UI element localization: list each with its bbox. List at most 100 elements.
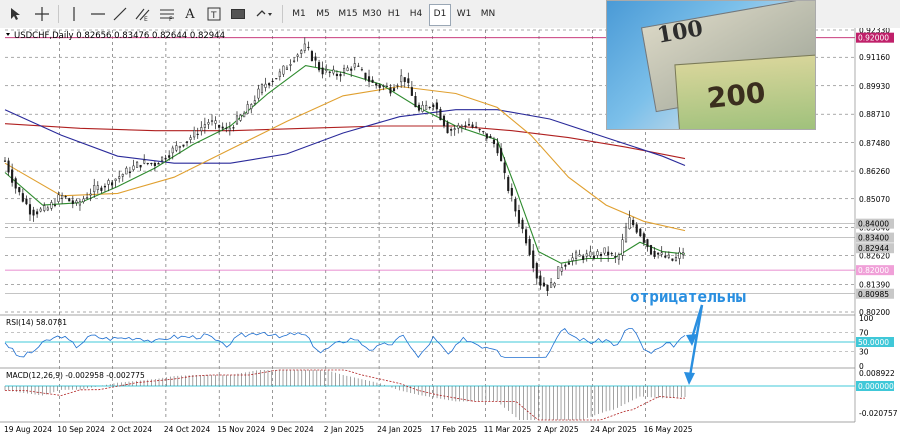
candle-body xyxy=(107,180,110,185)
candle-body xyxy=(36,211,39,215)
text-tool-icon[interactable]: A xyxy=(182,4,198,24)
timeframe-m5[interactable]: M5 xyxy=(312,4,334,24)
candle-body xyxy=(492,139,496,144)
candle-body xyxy=(414,96,417,108)
candle-body xyxy=(439,109,442,121)
horizontal-line-icon[interactable] xyxy=(90,4,106,24)
candle-body xyxy=(596,251,599,256)
timeframe-h4[interactable]: H4 xyxy=(406,4,426,24)
timeframe-h1[interactable]: H1 xyxy=(384,4,404,24)
svg-text:E: E xyxy=(144,16,148,21)
franc-note-value: 200 xyxy=(705,76,768,115)
candle-body xyxy=(246,104,249,114)
candle-body xyxy=(646,239,649,248)
candle-body xyxy=(278,71,281,77)
candle-body xyxy=(221,126,224,129)
candle-body xyxy=(61,195,64,199)
candle-body xyxy=(285,67,289,71)
candle-body xyxy=(471,124,474,128)
rsi-tick-label: 30 xyxy=(859,348,869,357)
candle-body xyxy=(360,69,363,71)
candle-body xyxy=(275,78,278,80)
terminal-window: E F A T M1 M5 M15 M30 H1 H4 D1 W1 MN 0.9… xyxy=(0,0,900,440)
price-level-label: 0.83400 xyxy=(858,234,889,243)
channel-tool-icon[interactable]: E xyxy=(134,4,152,24)
candle-body xyxy=(250,104,253,109)
candle-body xyxy=(671,258,674,261)
candle-body xyxy=(111,182,114,186)
timeframe-d1[interactable]: D1 xyxy=(429,4,451,26)
candle-body xyxy=(557,266,560,279)
timeframe-m15[interactable]: M15 xyxy=(336,4,360,24)
candle-body xyxy=(400,75,403,83)
candle-body xyxy=(649,245,653,255)
timeframe-w1[interactable]: W1 xyxy=(454,4,474,24)
candle-body xyxy=(446,122,449,134)
candle-body xyxy=(346,67,349,71)
candle-body xyxy=(82,198,85,202)
candle-body xyxy=(660,252,663,255)
candle-body xyxy=(350,68,353,71)
candle-body xyxy=(517,210,520,224)
candle-body xyxy=(500,148,503,162)
candle-body xyxy=(378,84,381,88)
candle-body xyxy=(160,156,164,162)
candle-body xyxy=(121,174,124,177)
candle-body xyxy=(25,198,28,205)
price-tick-label: 0.81390 xyxy=(859,280,890,289)
candle-body xyxy=(75,200,78,204)
candle-body xyxy=(535,263,538,279)
candle-body xyxy=(589,251,592,257)
rsi-level-label: 50.0000 xyxy=(858,338,889,347)
candle-body xyxy=(560,267,563,272)
candle-body xyxy=(642,233,645,243)
candle-body xyxy=(203,124,206,128)
candle-body xyxy=(639,228,642,237)
timeframe-m1[interactable]: M1 xyxy=(288,4,310,24)
trendline-icon[interactable] xyxy=(112,4,128,24)
candle-body xyxy=(503,162,506,174)
candle-body xyxy=(525,229,528,244)
candle-body xyxy=(657,252,660,255)
timeframe-m30[interactable]: M30 xyxy=(360,4,384,24)
candle-body xyxy=(460,125,463,128)
candle-body xyxy=(546,284,549,292)
time-tick-label: 17 Feb 2025 xyxy=(430,425,477,434)
timeframe-mn[interactable]: MN xyxy=(477,4,499,24)
time-tick-label: 24 Apr 2025 xyxy=(590,425,637,434)
candle-body xyxy=(260,84,264,94)
rsi-tick-label: 100 xyxy=(859,314,874,323)
candle-body xyxy=(550,282,553,288)
candle-body xyxy=(257,88,260,99)
crosshair-tool-icon[interactable] xyxy=(34,4,50,24)
candle-body xyxy=(96,185,99,190)
price-level-label: 0.80985 xyxy=(858,290,889,299)
candle-body xyxy=(621,239,624,256)
candle-body xyxy=(664,255,667,258)
label-tool-icon[interactable]: T xyxy=(206,4,222,24)
candle-body xyxy=(57,194,60,202)
candle-body xyxy=(132,165,135,170)
candle-body xyxy=(653,250,656,257)
candle-body xyxy=(624,226,628,243)
cursor-tool-icon[interactable] xyxy=(8,4,24,24)
candle-body xyxy=(264,83,267,88)
currency-photo: 100 200 xyxy=(606,0,816,130)
candle-body xyxy=(389,87,392,94)
price-level-label: 0.82000 xyxy=(858,266,889,275)
vertical-line-icon[interactable] xyxy=(66,4,82,24)
candle-body xyxy=(307,46,310,49)
candle-body xyxy=(303,43,306,51)
candle-body xyxy=(300,50,303,54)
candle-body xyxy=(271,80,274,82)
rectangle-tool-icon[interactable] xyxy=(230,4,246,24)
candle-body xyxy=(614,255,617,258)
shapes-menu-icon[interactable] xyxy=(254,4,276,24)
price-tick-label: 0.89930 xyxy=(859,82,890,91)
candle-body xyxy=(28,204,32,215)
candle-body xyxy=(178,145,181,148)
candle-body xyxy=(353,63,356,68)
candle-body xyxy=(289,64,292,66)
fibonacci-tool-icon[interactable]: F xyxy=(158,4,176,24)
candle-body xyxy=(425,105,428,110)
